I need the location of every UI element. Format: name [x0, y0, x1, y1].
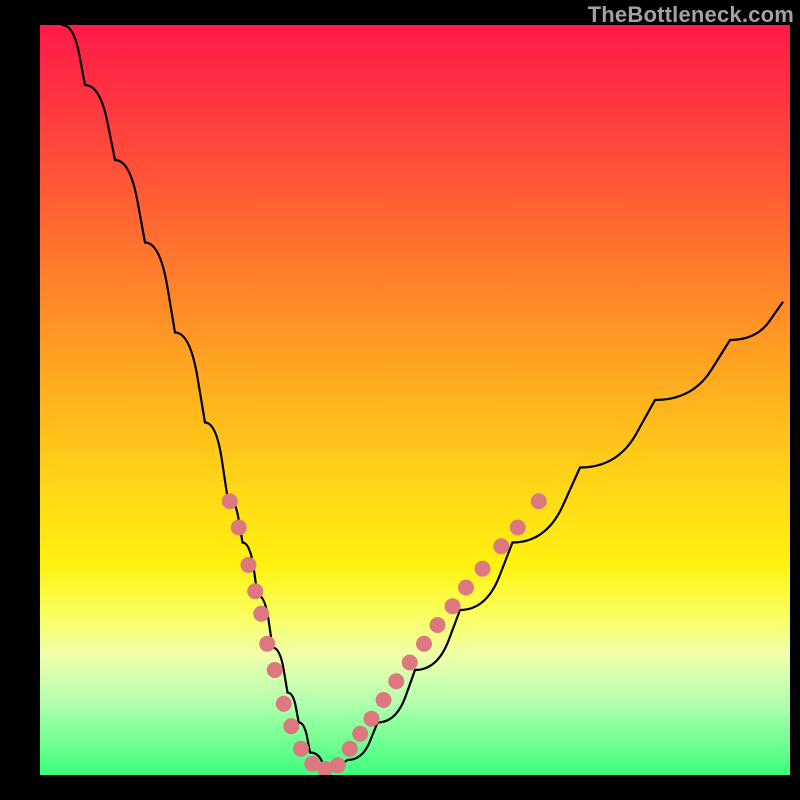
- annotated-point: [445, 598, 461, 614]
- annotated-point: [241, 557, 257, 573]
- watermark-text: TheBottleneck.com: [588, 2, 794, 28]
- annotated-point: [293, 741, 309, 757]
- annotated-point: [222, 493, 238, 509]
- annotated-point: [342, 741, 358, 757]
- annotated-point: [330, 757, 346, 773]
- annotated-point: [510, 520, 526, 536]
- annotated-point: [283, 718, 299, 734]
- chart-svg: [40, 25, 790, 775]
- annotated-point: [493, 538, 509, 554]
- annotated-point: [253, 606, 269, 622]
- annotated-point: [458, 580, 474, 596]
- annotated-point: [364, 711, 380, 727]
- annotated-point: [416, 636, 432, 652]
- annotated-point: [376, 692, 392, 708]
- annotated-point: [231, 520, 247, 536]
- annotated-point: [259, 636, 275, 652]
- annotated-point: [276, 696, 292, 712]
- annotated-point: [402, 655, 418, 671]
- annotated-point: [267, 662, 283, 678]
- bottleneck-curve: [63, 25, 783, 768]
- annotated-point: [352, 726, 368, 742]
- annotated-point: [388, 673, 404, 689]
- chart-frame: TheBottleneck.com: [0, 0, 800, 800]
- annotated-point: [531, 493, 547, 509]
- annotated-point: [247, 583, 263, 599]
- annotated-point: [430, 617, 446, 633]
- annotated-point: [475, 561, 491, 577]
